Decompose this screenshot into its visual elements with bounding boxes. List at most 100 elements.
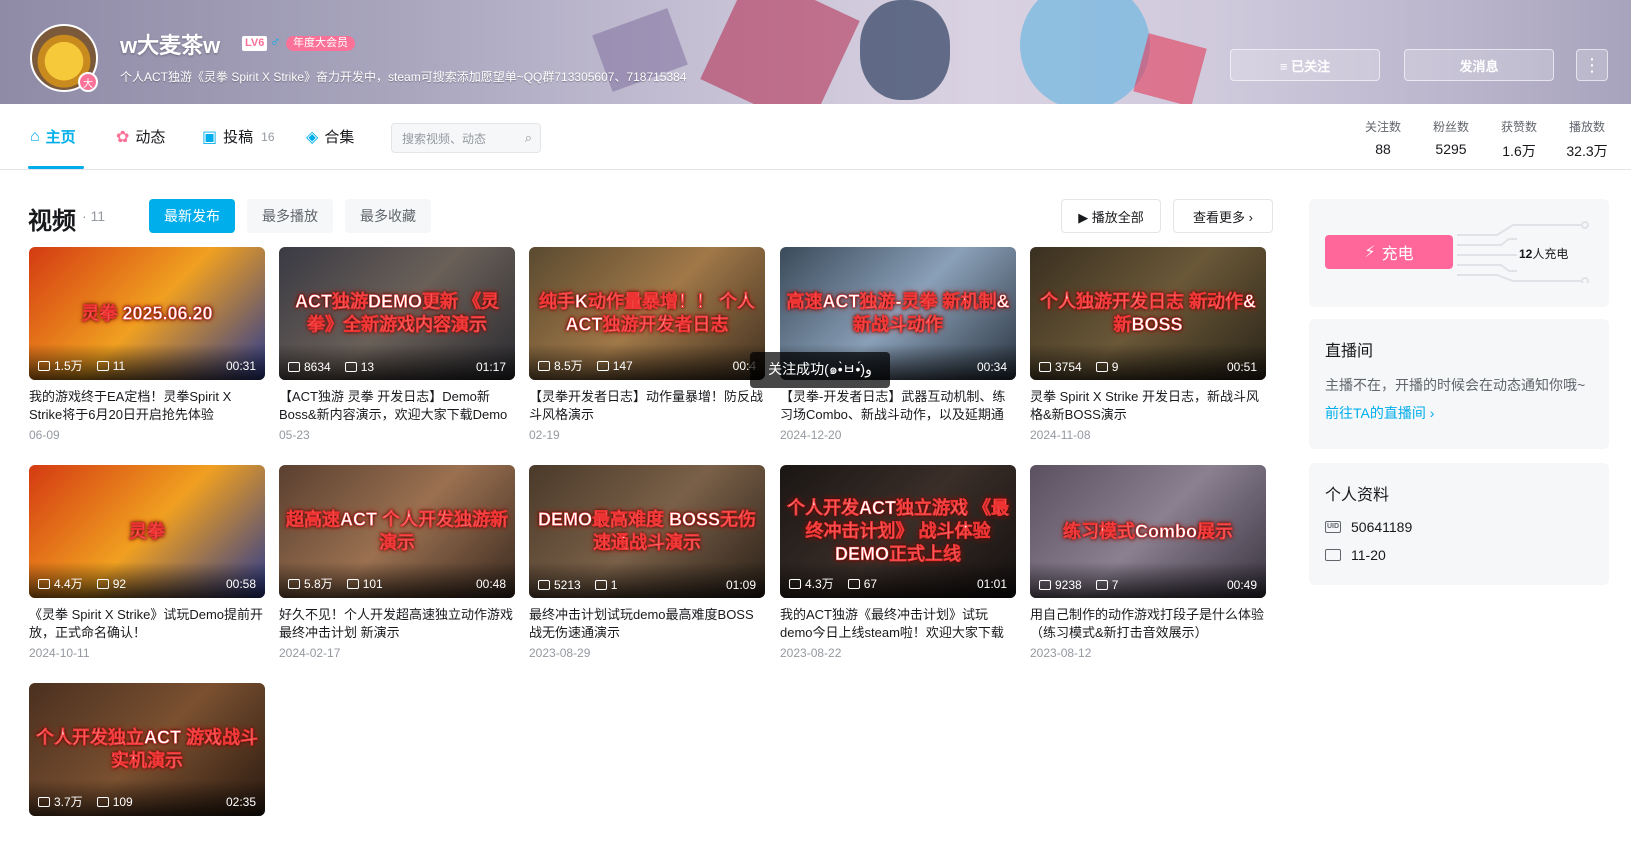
video-title[interactable] — [29, 824, 265, 860]
charge-panel: ⚡ 充电 12人充电 — [1309, 199, 1609, 307]
video-thumbnail[interactable]: 灵拳 4.4万 92 00:58 — [29, 465, 265, 598]
video-duration: 01:09 — [725, 578, 756, 592]
video-card[interactable]: 个人开发ACT独立游戏 《最终冲击计划》 战斗体验DEMO正式上线 4.3万 67 0… — [780, 465, 1016, 660]
tab-home-label: 主页 — [45, 129, 76, 146]
view-count: 3.7万 — [54, 795, 83, 809]
danmaku-group: 7 — [1095, 578, 1118, 592]
views-group: 8634 — [288, 360, 331, 374]
video-duration: 02:35 — [225, 794, 256, 809]
video-title[interactable]: 【灵拳开发者日志】动作量暴增！防反战斗风格演示 — [529, 388, 765, 424]
stat-label: 粉丝数 — [1432, 120, 1469, 134]
video-title[interactable]: 最终冲击计划试玩demo最高难度BOSS战无伤速通演示 — [529, 606, 765, 642]
video-title[interactable]: 我的游戏终于EA定档！灵拳Spirit X Strike将于6月20日开启抢先体… — [29, 388, 265, 424]
danmaku-icon — [1095, 580, 1108, 590]
danmaku-group: 92 — [96, 577, 126, 591]
lightning-icon: ⚡ — [1364, 244, 1376, 261]
views-group: 3.7万 — [38, 793, 83, 810]
video-card[interactable]: 高速ACT独游-灵拳 新机制&新战斗动作 00:34 【灵拳-开发者日志】武器互动机… — [780, 247, 1016, 442]
video-thumbnail[interactable]: 练习模式Combo展示 9238 7 00:49 — [1030, 465, 1266, 598]
video-title[interactable]: 【灵拳-开发者日志】武器互动机制、练习场Combo、新战斗动作，以及延期通知 — [780, 388, 1016, 424]
video-card[interactable]: 个人开发独立ACT 游戏战斗实机演示 3.7万 109 02:35 — [29, 683, 265, 864]
go-to-live-room-link[interactable]: 前往TA的直播间 › — [1325, 403, 1434, 423]
tab-dynamic[interactable]: ✿ 动态 — [116, 126, 165, 147]
video-thumbnail[interactable]: DEMO最高难度 BOSS无伤速通战斗演示 5213 1 01:09 — [529, 465, 765, 598]
views-group: 1.5万 — [38, 357, 83, 374]
view-more-button[interactable]: 查看更多 › — [1173, 199, 1273, 233]
sort-most-favorited-tab[interactable]: 最多收藏 — [345, 199, 431, 233]
views-group: 5.8万 — [288, 575, 333, 592]
tab-collections[interactable]: ◈ 合集 — [306, 126, 354, 147]
video-card[interactable]: 个人独游开发日志 新动作&新BOSS 3754 9 00:51 灵拳 Spirit X … — [1030, 247, 1266, 442]
thumbnail-text: 纯手K动作量暴增！！ 个人ACT独游开发者日志 — [539, 291, 756, 335]
video-date: 02-19 — [529, 428, 560, 442]
video-date: 06-09 — [29, 428, 60, 442]
follow-button[interactable]: ≡ 已关注 — [1230, 49, 1380, 81]
danmaku-group: 13 — [344, 360, 374, 374]
video-card[interactable]: DEMO最高难度 BOSS无伤速通战斗演示 5213 1 01:09 最终冲击计划试玩d… — [529, 465, 765, 660]
video-card[interactable]: ACT独游DEMO更新 《灵拳》全新游戏内容演示 8634 13 01:17 【ACT独… — [279, 247, 515, 442]
vip-badge[interactable]: 年度大会员 — [286, 36, 355, 51]
video-title[interactable]: 好久不见！个人开发超高速独立动作游戏最终冲击计划 新演示 — [279, 606, 515, 642]
charge-button[interactable]: ⚡ 充电 — [1325, 235, 1453, 269]
live-room-status: 主播不在，开播的时候会在动态通知你哦~ — [1325, 377, 1586, 393]
charge-count-suffix: 人充电 — [1532, 247, 1569, 261]
stat-value: 32.3万 — [1566, 143, 1608, 159]
video-title[interactable]: 用自己制作的动作游戏打段子是什么体验（练习模式&新打击音效展示） — [1030, 606, 1266, 642]
tab-uploads[interactable]: ▣ 投稿 16 — [202, 126, 275, 147]
more-options-icon[interactable]: ⋮ — [1576, 49, 1608, 81]
video-thumbnail[interactable]: 纯手K动作量暴增！！ 个人ACT独游开发者日志 8.5万 147 00:4 — [529, 247, 765, 380]
sort-latest-tab[interactable]: 最新发布 — [149, 199, 235, 233]
banner-decor — [700, 0, 860, 104]
video-duration: 01:01 — [976, 576, 1007, 591]
video-thumbnail[interactable]: 灵拳 2025.06.20 1.5万 11 00:31 — [29, 247, 265, 380]
video-card[interactable]: 灵拳 4.4万 92 00:58 《灵拳 Spirit X Strike》试玩Demo提… — [29, 465, 265, 660]
charge-count[interactable]: 12人充电 — [1519, 245, 1568, 262]
uploads-count: 16 — [261, 129, 275, 144]
video-duration: 00:31 — [225, 358, 256, 373]
play-count-icon — [538, 580, 550, 590]
video-thumbnail[interactable]: 个人开发独立ACT 游戏战斗实机演示 3.7万 109 02:35 — [29, 683, 265, 816]
stat-followers[interactable]: 粉丝数 5295 — [1426, 118, 1476, 157]
video-duration: 01:17 — [475, 360, 506, 374]
video-thumbnail[interactable]: 个人开发ACT独立游戏 《最终冲击计划》 战斗体验DEMO正式上线 4.3万 67 0… — [780, 465, 1016, 598]
video-title[interactable]: 【ACT独游 灵拳 开发日志】Demo新Boss&新内容演示，欢迎大家下载Dem… — [279, 388, 515, 424]
video-duration: 00:49 — [1226, 578, 1257, 592]
video-thumbnail[interactable]: ACT独游DEMO更新 《灵拳》全新游戏内容演示 8634 13 01:17 — [279, 247, 515, 380]
video-card[interactable]: 灵拳 2025.06.20 1.5万 11 00:31 我的游戏终于EA定档！灵拳Spi… — [29, 247, 265, 442]
video-date: 2024-12-20 — [780, 428, 842, 442]
search-input[interactable]: 搜索视频、动态 ⌕ — [391, 123, 541, 153]
danmaku-group: 9 — [1095, 360, 1118, 374]
video-card[interactable]: 练习模式Combo展示 9238 7 00:49 用自己制作的动作游戏打段子是什么体验（… — [1030, 465, 1266, 660]
video-date: 2024-02-17 — [279, 646, 341, 660]
follow-success-toast: 关注成功(๑•̀ㅂ•́)و — [750, 352, 890, 388]
search-icon[interactable]: ⌕ — [525, 130, 532, 146]
danmaku-icon — [1095, 362, 1108, 372]
video-thumbnail[interactable]: 个人独游开发日志 新动作&新BOSS 3754 9 00:51 — [1030, 247, 1266, 380]
views-group: 8.5万 — [538, 357, 583, 374]
video-title[interactable]: 我的ACT独游《最终冲击计划》试玩demo今日上线steam啦！欢迎大家下载体验 — [780, 606, 1016, 642]
video-thumbnail[interactable]: 超高速ACT 个人开发独游新演示 5.8万 101 00:48 — [279, 465, 515, 598]
sort-most-played-tab[interactable]: 最多播放 — [247, 199, 333, 233]
danmaku-group: 109 — [96, 795, 133, 809]
views-group: 4.3万 — [789, 575, 834, 592]
video-date: 2024-10-11 — [29, 646, 90, 660]
video-title[interactable]: 灵拳 Spirit X Strike 开发日志，新战斗风格&新BOSS演示 — [1030, 388, 1266, 424]
video-card[interactable]: 超高速ACT 个人开发独游新演示 5.8万 101 00:48 好久不见！个人开发超高速… — [279, 465, 515, 660]
video-card[interactable]: 纯手K动作量暴增！！ 个人ACT独游开发者日志 8.5万 147 00:4 【灵拳开发者… — [529, 247, 765, 442]
video-duration: 00:58 — [225, 576, 256, 591]
search-placeholder: 搜索视频、动态 — [402, 131, 487, 146]
video-duration: 00:48 — [475, 576, 506, 591]
thumbnail-text: 个人开发独立ACT 游戏战斗实机演示 — [36, 727, 259, 771]
video-date: 2024-11-08 — [1030, 428, 1091, 442]
video-meta: 9238 7 00:49 — [1039, 578, 1257, 592]
thumbnail-text: 个人独游开发日志 新动作&新BOSS — [1040, 291, 1257, 335]
stat-following[interactable]: 关注数 88 — [1358, 118, 1408, 157]
message-button[interactable]: 发消息 — [1404, 49, 1554, 81]
profile-info-title: 个人资料 — [1325, 487, 1390, 504]
video-date: 2023-08-22 — [780, 646, 842, 660]
tab-home[interactable]: ⌂ 主页 — [30, 126, 76, 147]
uid-value: 50641189 — [1351, 519, 1413, 535]
video-title[interactable]: 《灵拳 Spirit X Strike》试玩Demo提前开放，正式命名确认！ — [29, 606, 265, 642]
play-all-button[interactable]: ▶ 播放全部 — [1061, 199, 1161, 233]
tab-dynamic-label: 动态 — [135, 129, 166, 146]
